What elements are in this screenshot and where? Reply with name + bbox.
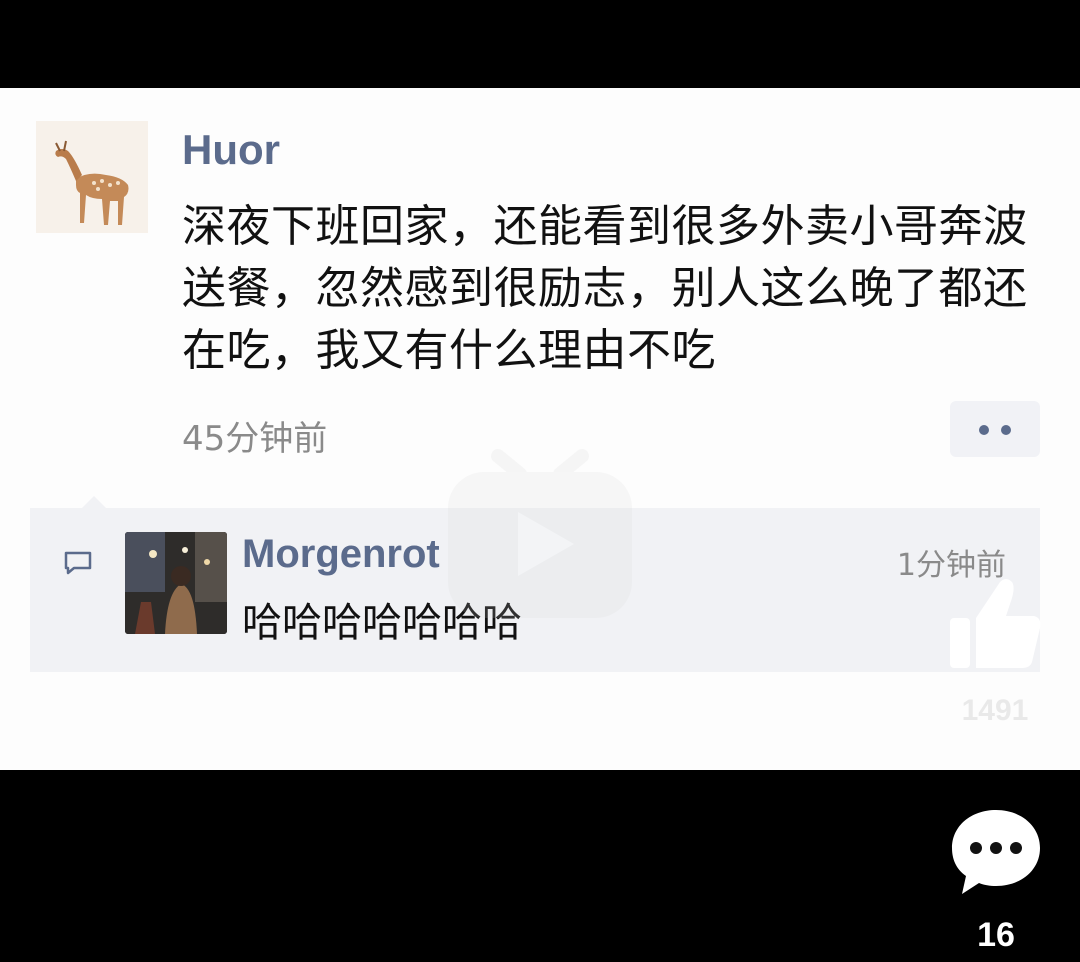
chat-dots-icon[interactable] (948, 804, 1044, 900)
night-street-avatar-icon (125, 532, 227, 634)
post-time: 45分钟前 (182, 419, 328, 459)
commenter-name[interactable]: Morgenrot (242, 532, 440, 577)
comment-caret (82, 496, 106, 508)
play-watermark-icon (448, 449, 632, 618)
commenter-avatar[interactable] (125, 532, 227, 634)
author-name[interactable]: Huor (182, 126, 280, 174)
thumbs-up-icon[interactable] (946, 574, 1044, 674)
author-avatar[interactable] (36, 121, 148, 233)
comment-count: 16 (977, 916, 1015, 954)
deer-avatar-icon (36, 121, 148, 233)
like-count: 1491 (961, 694, 1029, 727)
more-button[interactable] (950, 401, 1040, 457)
post-text: 深夜下班回家，还能看到很多外卖小哥奔波送餐，忽然感到很励志，别人这么晚了都还在吃… (182, 201, 1028, 376)
comment-bubble-icon (64, 551, 92, 575)
